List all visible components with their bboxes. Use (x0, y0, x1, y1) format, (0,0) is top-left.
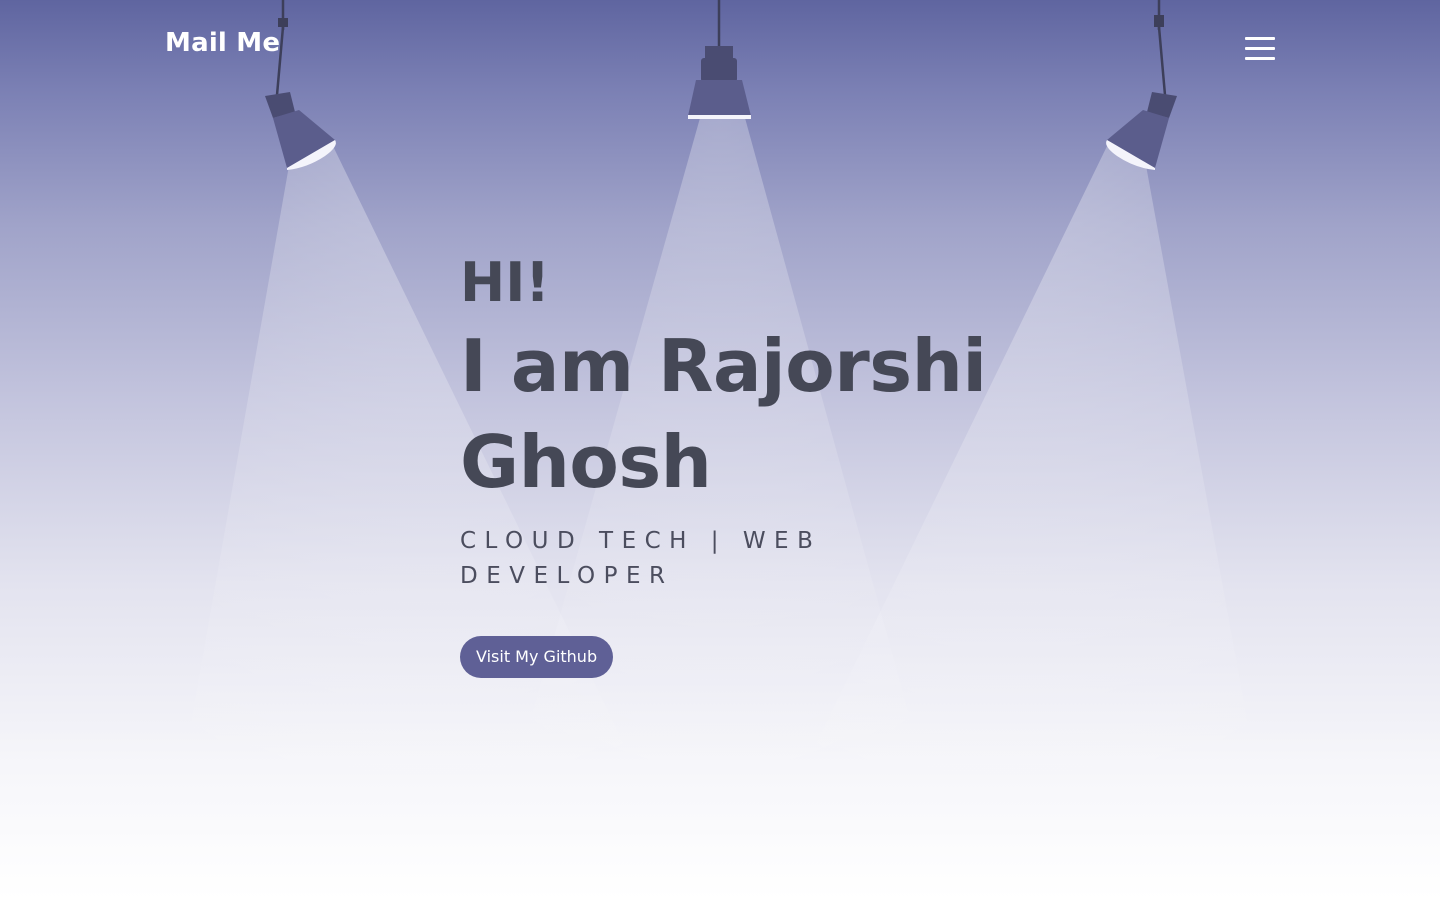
tagline-line-second: DEVELOPER (460, 563, 674, 589)
spotlight-center-icon (688, 0, 751, 119)
role-tagline: CLOUD TECH | WEB DEVELOPER (460, 524, 840, 594)
name-line-first: I am Rajorshi (460, 324, 987, 408)
name-line-last: Ghosh (460, 420, 712, 504)
spotlight-right-icon (1106, 0, 1177, 170)
name-heading: I am Rajorshi Ghosh (460, 318, 1020, 510)
tagline-line-first: CLOUD TECH | WEB (460, 528, 822, 554)
visit-github-button[interactable]: Visit My Github (460, 636, 614, 678)
hero-section: HI! I am Rajorshi Ghosh CLOUD TECH | WEB… (460, 248, 1020, 678)
greeting-heading: HI! (460, 251, 550, 314)
spotlight-left-icon (265, 0, 336, 170)
hamburger-menu-button[interactable] (1240, 34, 1280, 64)
